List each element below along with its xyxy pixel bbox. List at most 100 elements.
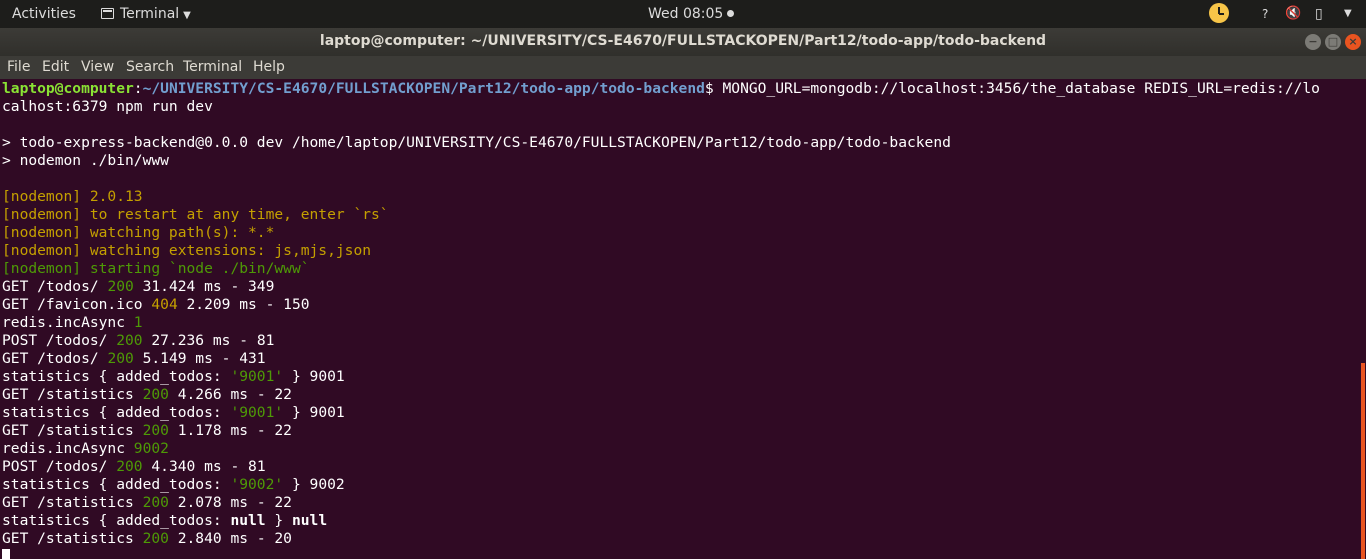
menu-bar: File Edit View Search Terminal Help [0,56,1366,79]
log-tail: } 9001 [283,368,345,385]
log-value: '9001' [230,368,284,385]
window-title: laptop@computer: ~/UNIVERSITY/CS-E4670/F… [319,33,1047,49]
prompt-user: laptop@computer [2,80,134,97]
maximize-button[interactable]: □ [1325,34,1341,50]
status-code: 200 [142,386,169,403]
clock[interactable]: Wed 08:05 [648,0,735,28]
log-text: POST /todos/ [2,458,117,475]
terminal-output[interactable]: laptop@computer:~/UNIVERSITY/CS-E4670/FU… [0,80,1361,559]
nodemon-line: [nodemon] watching path(s): *.* [2,224,275,241]
help-icon[interactable]: ? [1262,0,1268,28]
prompt-line: laptop@computer:~/UNIVERSITY/CS-E4670/FU… [2,80,1320,98]
nodemon-line: [nodemon] watching extensions: js,mjs,js… [2,242,372,259]
log-value: '9002' [230,476,284,493]
npm-command-line: > nodemon ./bin/www [2,152,169,169]
log-text: POST /todos/ [2,332,117,349]
log-line: statistics { added_todos: null } null [2,512,327,530]
battery-icon[interactable]: ▯ [1315,0,1323,28]
log-line: POST /todos/ 200 4.340 ms - 81 [2,458,266,476]
menu-edit[interactable]: Edit [42,56,69,79]
log-value: 9002 [133,440,169,457]
status-code: 200 [142,494,169,511]
update-notifier-icon[interactable] [1209,3,1229,23]
log-line: GET /favicon.ico 404 2.209 ms - 150 [2,296,310,314]
log-tail: } 9002 [283,476,345,493]
log-text: statistics { added_todos: [2,476,231,493]
volume-icon[interactable]: 🔇 [1285,0,1301,28]
terminal-scrollbar[interactable] [1361,363,1365,559]
status-code: 200 [107,278,134,295]
status-code: 200 [116,458,143,475]
menu-help[interactable]: Help [253,56,285,79]
command-wrap-line: calhost:6379 npm run dev [2,98,213,115]
log-line: GET /statistics 200 1.178 ms - 22 [2,422,292,440]
close-button[interactable]: × [1345,34,1361,50]
log-timing: 2.209 ms - 150 [177,296,310,313]
log-line: GET /statistics 200 4.266 ms - 22 [2,386,292,404]
app-menu-terminal[interactable]: Terminal ▼ [101,0,191,28]
log-text: redis.incAsync [2,440,134,457]
status-code: 200 [116,332,143,349]
prompt-colon: : [133,80,143,97]
prompt-symbol: $ [704,80,714,97]
chevron-down-icon: ▼ [183,10,191,21]
command-text: MONGO_URL=mongodb://localhost:3456/the_d… [713,80,1320,97]
log-text: statistics { added_todos: [2,512,231,529]
log-text: GET /todos/ [2,278,108,295]
terminal-icon [101,8,114,19]
log-tail: } [265,512,292,529]
window-title-bar[interactable]: laptop@computer: ~/UNIVERSITY/CS-E4670/F… [0,28,1366,56]
prompt-path: ~/UNIVERSITY/CS-E4670/FULLSTACKOPEN/Part… [142,80,705,97]
log-tail: } 9001 [283,404,345,421]
log-line: statistics { added_todos: '9001' } 9001 [2,368,345,386]
system-menu-chevron-icon[interactable]: ▼ [1344,0,1352,28]
terminal-cursor [2,549,10,559]
log-timing: 2.078 ms - 22 [168,494,292,511]
activities-button[interactable]: Activities [12,0,76,28]
log-line: redis.incAsync 1 [2,314,143,332]
log-text: GET /statistics [2,386,143,403]
menu-view[interactable]: View [81,56,114,79]
log-timing: 2.840 ms - 20 [168,530,292,547]
log-timing: 4.340 ms - 81 [142,458,266,475]
log-text: statistics { added_todos: [2,404,231,421]
nodemon-starting-line: [nodemon] starting `node ./bin/www` [2,260,310,277]
log-value: 1 [133,314,143,331]
log-timing: 27.236 ms - 81 [142,332,275,349]
log-line: redis.incAsync 9002 [2,440,169,458]
minimize-button[interactable]: − [1305,34,1321,50]
status-code: 200 [107,350,134,367]
log-line: POST /todos/ 200 27.236 ms - 81 [2,332,274,350]
clock-label: Wed 08:05 [648,6,724,22]
gnome-top-bar: Activities Terminal ▼ Wed 08:05 ? 🔇 ▯ ▼ [0,0,1366,28]
log-text: GET /statistics [2,530,143,547]
log-text: GET /statistics [2,422,143,439]
log-timing: 31.424 ms - 349 [133,278,275,295]
log-line: statistics { added_todos: '9001' } 9001 [2,404,345,422]
nodemon-line: [nodemon] 2.0.13 [2,188,143,205]
menu-file[interactable]: File [7,56,30,79]
app-menu-label: Terminal [120,6,180,22]
log-timing: 5.149 ms - 431 [133,350,266,367]
nodemon-line: [nodemon] to restart at any time, enter … [2,206,389,223]
log-text: GET /favicon.ico [2,296,152,313]
log-line: GET /todos/ 200 5.149 ms - 431 [2,350,266,368]
log-text: GET /todos/ [2,350,108,367]
log-line: statistics { added_todos: '9002' } 9002 [2,476,345,494]
status-code: 200 [142,422,169,439]
npm-script-line: > todo-express-backend@0.0.0 dev /home/l… [2,134,951,151]
log-line: GET /statistics 200 2.840 ms - 20 [2,530,292,548]
log-text: statistics { added_todos: [2,368,231,385]
log-value: null [291,512,328,529]
menu-search[interactable]: Search [126,56,174,79]
log-line: GET /statistics 200 2.078 ms - 22 [2,494,292,512]
log-timing: 1.178 ms - 22 [168,422,292,439]
log-value: null [230,512,266,529]
log-line: GET /todos/ 200 31.424 ms - 349 [2,278,274,296]
status-code: 404 [151,296,178,313]
log-timing: 4.266 ms - 22 [168,386,292,403]
menu-terminal[interactable]: Terminal [183,56,242,79]
notification-dot-icon [727,10,735,17]
log-text: GET /statistics [2,494,143,511]
status-code: 200 [142,530,169,547]
